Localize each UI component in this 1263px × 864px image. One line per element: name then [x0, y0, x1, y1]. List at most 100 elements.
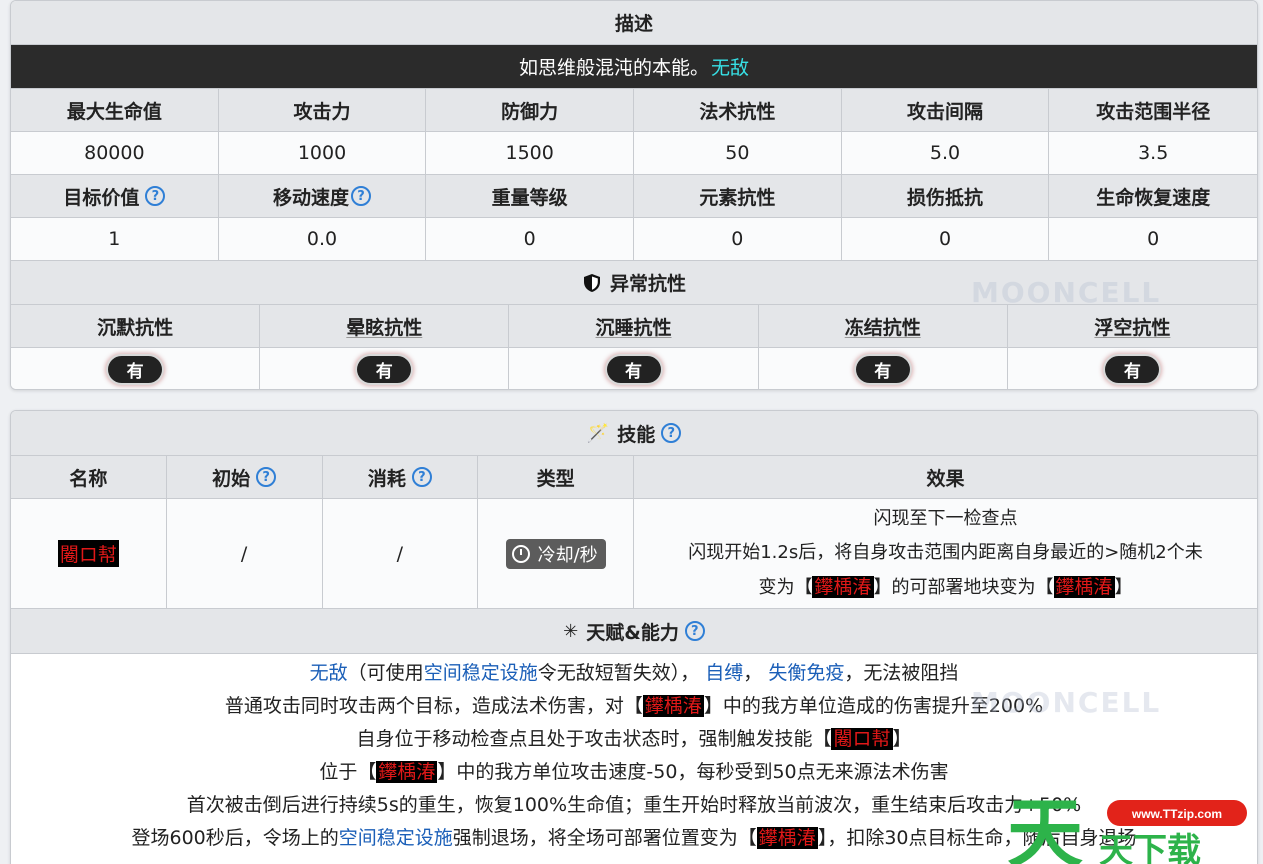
zone-name: 鑻楀湷 — [1053, 576, 1115, 598]
zone-name: 鑻楀湷 — [642, 695, 704, 717]
talent-line: 自身位于移动检查点且处于攻击状态时，强制触发技能【 闂ロ幇】 — [356, 723, 912, 756]
skill-effect-cell: 闪现至下一检查点 闪现开始1.2s后，将自身攻击范围内距离自身最近的>随机2个未… — [634, 499, 1257, 609]
clock-icon — [511, 544, 530, 563]
talent-line: 位于【 鑻楀湷 】中的我方单位攻击速度-50，每秒受到50点无来源法术伤害 — [319, 756, 949, 789]
talent-text: 令无敌短暂失效）， — [537, 662, 706, 684]
imbalance-immune-link[interactable]: 失衡免疫 — [768, 662, 844, 684]
cost-label: 消耗 — [367, 467, 406, 490]
skill-col-type: 类型 — [478, 456, 634, 499]
help-icon[interactable]: ? — [661, 423, 682, 443]
talent-line: 无敌（可使用空间稳定设施令无敌短暂失效）， 自缚， 失衡免疫，无法被阻挡 — [310, 657, 959, 690]
asterisk-icon: ✳ — [563, 620, 579, 642]
skill-cost: / — [322, 499, 479, 609]
sleep-resist-badge: 有 — [606, 355, 661, 383]
stun-resist-cell: 有 — [260, 348, 510, 389]
talent-line: 普通攻击同时攻击两个目标，造成法术伤害，对【 鑻楀湷 】中的我方单位造成的伤害提升至… — [225, 690, 1043, 723]
invincible-link[interactable]: 无敌 — [310, 662, 348, 684]
svg-text:天: 天 — [1007, 792, 1083, 864]
stat-header-weight: 重量等级 — [426, 175, 635, 218]
stat-header-res: 法术抗性 — [634, 89, 842, 132]
talent-line: 登场600秒后，令场上的空间稳定设施强制退场，将全场可部署位置变为【 鑻楀湷 】，扣… — [131, 822, 1137, 855]
talent-text: 】中的我方单位造成的伤害提升至200% — [703, 695, 1044, 717]
ttzip-logo: 天 www.TTzip.com 天下载 — [1007, 789, 1247, 864]
description-header: 描述 — [11, 1, 1257, 45]
stat-range: 3.5 — [1049, 132, 1257, 175]
self-bind-link[interactable]: 自缚 — [705, 662, 743, 684]
stun-resist-header[interactable]: 晕眩抗性 — [260, 305, 510, 348]
talent-text: 位于【 — [319, 761, 377, 783]
stat-hp-regen: 0 — [1049, 218, 1257, 261]
talent-text: ， — [743, 662, 769, 684]
initial-label: 初始 — [212, 467, 251, 490]
skills-title: 技能 — [617, 423, 656, 446]
stat-header-atk-interval: 攻击间隔 — [841, 89, 1050, 132]
help-icon[interactable]: ? — [351, 186, 372, 206]
effect-line: 闪现至下一检查点 — [873, 508, 1018, 529]
stat-header-damage-resist: 损伤抵抗 — [841, 175, 1050, 218]
cooldown-badge: 冷却/秒 — [505, 538, 606, 569]
skills-header: 🪄 技能 ? — [11, 411, 1257, 456]
ttzip-url: www.TTzip.com — [1131, 807, 1222, 821]
zone-name: 鑻楀湷 — [376, 761, 438, 783]
cooldown-label: 冷却/秒 — [537, 544, 598, 566]
stat-header-move-speed: 移动速度? — [218, 175, 427, 218]
skill-col-cost: 消耗? — [322, 456, 479, 499]
stat-element-res: 0 — [634, 218, 842, 261]
skill-col-effect: 效果 — [634, 456, 1257, 499]
talent-text: （可使用 — [347, 662, 424, 684]
skill-col-initial: 初始? — [166, 456, 323, 499]
abnormal-resist-title: 异常抗性 — [609, 273, 686, 295]
levitate-resist-cell: 有 — [1007, 348, 1257, 389]
effect-text: 】 — [1114, 577, 1133, 598]
enemy-stats-card: MOONCELL 描述 如思维般混沌的本能。 无敌 最大生命值 攻击力 防御力 法… — [10, 0, 1258, 390]
help-icon[interactable]: ? — [256, 467, 277, 487]
stat-res: 50 — [634, 132, 842, 175]
talent-text: ，无法被阻挡 — [844, 662, 959, 684]
effect-line: 变为【 鑻楀湷 】的可部署地块变为【 鑻楀湷】 — [758, 570, 1133, 605]
stat-weight: 0 — [426, 218, 635, 261]
levitate-resist-header[interactable]: 浮空抗性 — [1007, 305, 1257, 348]
stat-atk: 1000 — [218, 132, 427, 175]
target-value-label: 目标价值 — [63, 186, 140, 209]
stat-atk-interval: 5.0 — [841, 132, 1050, 175]
zone-name: 鑻楀湷 — [812, 576, 874, 598]
help-icon[interactable]: ? — [145, 186, 166, 206]
stat-move-speed: 0.0 — [218, 218, 427, 261]
talent-text: 】 — [892, 728, 912, 750]
freeze-resist-header[interactable]: 冻结抗性 — [758, 305, 1008, 348]
sleep-resist-header[interactable]: 沉睡抗性 — [509, 305, 759, 348]
stabilizer-link[interactable]: 空间稳定设施 — [339, 827, 453, 849]
skill-name-cell: 闂ロ幇 — [11, 499, 167, 609]
talent-text: 首次被击倒后进行持续5s的重生，恢复100%生命值；重生开始时释放当前波次，重生… — [186, 794, 1082, 816]
talent-text: 强制退场，将全场可部署位置变为【 — [452, 827, 757, 849]
magic-wand-icon: 🪄 — [586, 422, 610, 444]
abnormal-resist-header: 异常抗性 — [11, 261, 1257, 305]
effect-line: 闪现开始1.2s后，将自身攻击范围内距离自身最近的>随机2个未 — [688, 542, 1203, 563]
stat-def: 1500 — [426, 132, 635, 175]
sleep-resist-cell: 有 — [509, 348, 759, 389]
effect-text: 变为【 — [758, 577, 813, 598]
ttzip-text: 天下载 — [1099, 831, 1201, 864]
help-icon[interactable]: ? — [411, 467, 432, 487]
levitate-resist-badge: 有 — [1105, 355, 1160, 383]
description-text: 如思维般混沌的本能。 无敌 — [11, 45, 1257, 89]
stat-max-hp: 80000 — [11, 132, 219, 175]
stat-header-range: 攻击范围半径 — [1049, 89, 1257, 132]
silence-resist-header: 沉默抗性 — [11, 305, 261, 348]
freeze-resist-badge: 有 — [855, 355, 910, 383]
talent-text: 自身位于移动检查点且处于攻击状态时，强制触发技能【 — [356, 728, 832, 750]
stat-header-target-value: 目标价值? — [11, 175, 219, 218]
stabilizer-link[interactable]: 空间稳定设施 — [424, 662, 538, 684]
shield-icon — [583, 273, 600, 292]
freeze-resist-cell: 有 — [758, 348, 1008, 389]
silence-resist-badge: 有 — [108, 355, 163, 383]
ttzip-logo-overlay: 天 www.TTzip.com 天下载 — [989, 789, 1259, 864]
help-icon[interactable]: ? — [684, 621, 705, 641]
skill-name: 闂ロ幇 — [57, 540, 119, 567]
stat-target-value: 1 — [11, 218, 219, 261]
stat-damage-resist: 0 — [841, 218, 1050, 261]
description-body: 如思维般混沌的本能。 — [518, 57, 709, 79]
talent-text: 普通攻击同时攻击两个目标，造成法术伤害，对【 — [224, 695, 643, 717]
talent-text: 登场600秒后，令场上的 — [131, 827, 339, 849]
stun-resist-badge: 有 — [357, 355, 412, 383]
